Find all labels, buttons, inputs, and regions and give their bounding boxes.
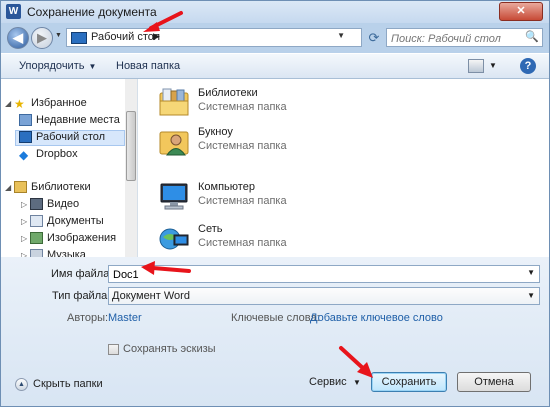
- sidebar-item-documents[interactable]: ▷ Документы: [21, 215, 104, 231]
- sidebar-item-label: Недавние места: [36, 114, 120, 126]
- address-bar[interactable]: Рабочий стол ▶ ▼: [66, 28, 362, 47]
- list-item[interactable]: Библиотеки Системная папка: [158, 83, 378, 123]
- sidebar-item-video[interactable]: ▷ Видео: [21, 198, 79, 214]
- nav-pane-scrollbar[interactable]: [125, 79, 137, 257]
- view-dropdown-icon[interactable]: ▼: [489, 61, 497, 70]
- navigation-pane: ◢ ★ Избранное Недавние места Рабочий стол …: [1, 79, 138, 257]
- address-dropdown-icon[interactable]: ▼: [337, 31, 345, 40]
- user-folder-icon: [159, 131, 189, 156]
- sidebar-item-label: Библиотеки: [31, 181, 91, 193]
- sidebar-item-dropbox[interactable]: ◆ Dropbox: [19, 148, 78, 164]
- file-type: Системная папка: [198, 237, 287, 249]
- search-input[interactable]: [389, 30, 523, 47]
- file-type: Системная папка: [198, 140, 287, 152]
- annotation-arrow-filename: [141, 261, 191, 275]
- thumbnails-checkbox[interactable]: [108, 344, 119, 355]
- cancel-button[interactable]: Отмена: [457, 372, 531, 392]
- file-list: Библиотеки Системная папка Букноу Систем…: [138, 79, 549, 257]
- expand-triangle-icon[interactable]: ▷: [21, 200, 30, 209]
- dropbox-icon: ◆: [19, 148, 29, 163]
- search-box[interactable]: 🔍: [386, 28, 543, 47]
- collapse-triangle-icon[interactable]: ◢: [5, 183, 14, 192]
- sidebar-item-label: Видео: [47, 198, 80, 210]
- sidebar-item-recent-places[interactable]: Недавние места: [19, 114, 120, 130]
- back-button[interactable]: ◀: [7, 27, 29, 49]
- forward-button[interactable]: ▶: [31, 27, 53, 49]
- sidebar-item-label: Избранное: [31, 97, 87, 109]
- chevron-down-icon[interactable]: ▼: [527, 268, 535, 277]
- chevron-down-icon: ▼: [527, 291, 535, 300]
- title-bar: W Сохранение документа ✕: [1, 1, 549, 23]
- help-icon[interactable]: ?: [520, 58, 536, 74]
- file-name: Сеть: [198, 223, 223, 235]
- search-icon: 🔍: [525, 31, 539, 43]
- file-name: Библиотеки: [198, 87, 258, 99]
- images-library-icon: [30, 232, 43, 245]
- scrollbar-thumb[interactable]: [126, 111, 136, 181]
- filetype-label: Тип файла:: [52, 290, 111, 302]
- sidebar-item-label: Изображения: [47, 232, 117, 244]
- organize-menu[interactable]: Упорядочить ▼: [19, 60, 96, 72]
- sidebar-item-desktop[interactable]: Рабочий стол: [15, 130, 125, 146]
- list-item[interactable]: Сеть Системная папка: [158, 219, 378, 259]
- expand-triangle-icon[interactable]: ▷: [21, 234, 30, 243]
- libraries-folder-icon: [159, 88, 189, 116]
- navigation-bar: ◀ ▶ ▼ Рабочий стол ▶ ▼ ⟳ 🔍: [1, 24, 549, 52]
- sidebar-item-label: Рабочий стол: [36, 131, 106, 143]
- authors-value[interactable]: Master: [108, 312, 142, 324]
- keywords-value[interactable]: Добавьте ключевое слово: [310, 312, 443, 324]
- save-dialog: W Сохранение документа ✕ ◀ ▶ ▼ Рабочий с…: [0, 0, 550, 407]
- annotation-arrow-save: [339, 346, 373, 378]
- close-button[interactable]: ✕: [499, 2, 543, 21]
- sidebar-item-favorites[interactable]: ◢ ★ Избранное: [5, 97, 87, 113]
- sidebar-item-music[interactable]: ▷ Музыка: [21, 249, 86, 257]
- video-library-icon: [30, 198, 43, 211]
- thumbnails-label: Сохранять эскизы: [123, 343, 216, 355]
- file-name: Букноу: [198, 126, 233, 138]
- chevron-up-icon[interactable]: ▲: [15, 378, 28, 391]
- filetype-select[interactable]: Документ Word ▼: [108, 287, 540, 305]
- authors-label: Авторы:: [67, 312, 109, 324]
- sidebar-item-label: Документы: [47, 215, 104, 227]
- expand-triangle-icon[interactable]: ▷: [21, 217, 30, 226]
- sidebar-item-label: Музыка: [47, 249, 86, 257]
- libraries-icon: [14, 181, 27, 194]
- desktop-icon: [71, 32, 87, 44]
- file-type: Системная папка: [198, 101, 287, 113]
- sidebar-item-images[interactable]: ▷ Изображения: [21, 232, 116, 248]
- save-options-panel: Имя файла: ▼ Тип файла: Документ Word ▼ …: [1, 257, 549, 406]
- network-icon: [159, 228, 189, 250]
- annotation-arrow-address: [143, 11, 183, 32]
- star-icon: ★: [14, 97, 25, 112]
- recent-places-icon: [19, 114, 32, 127]
- music-library-icon: [30, 249, 43, 257]
- list-item[interactable]: Компьютер Системная папка: [158, 177, 378, 217]
- sidebar-item-libraries[interactable]: ◢ Библиотеки: [5, 181, 91, 197]
- history-dropdown-icon[interactable]: ▼: [55, 32, 62, 39]
- hide-folders-button[interactable]: Скрыть папки: [33, 378, 103, 390]
- filename-label: Имя файла:: [51, 268, 113, 280]
- collapse-triangle-icon[interactable]: ◢: [5, 99, 14, 108]
- desktop-icon: [19, 131, 32, 144]
- chevron-down-icon: ▼: [88, 62, 97, 71]
- documents-library-icon: [30, 215, 43, 228]
- refresh-icon[interactable]: ⟳: [365, 28, 383, 47]
- file-type: Системная папка: [198, 195, 287, 207]
- new-folder-button[interactable]: Новая папка: [116, 60, 180, 72]
- file-name: Компьютер: [198, 181, 255, 193]
- keywords-label: Ключевые слова:: [231, 312, 320, 324]
- list-item[interactable]: Букноу Системная папка: [158, 122, 378, 162]
- window-title: Сохранение документа: [27, 5, 157, 19]
- filetype-value: Документ Word: [112, 290, 190, 302]
- command-toolbar: Упорядочить ▼ Новая папка ▼ ?: [1, 53, 549, 79]
- save-button[interactable]: Сохранить: [371, 372, 447, 392]
- computer-icon: [160, 183, 188, 210]
- word-app-icon: W: [6, 4, 21, 19]
- sidebar-item-label: Dropbox: [36, 148, 78, 160]
- view-options-icon[interactable]: [468, 59, 484, 73]
- organize-label: Упорядочить: [19, 60, 85, 72]
